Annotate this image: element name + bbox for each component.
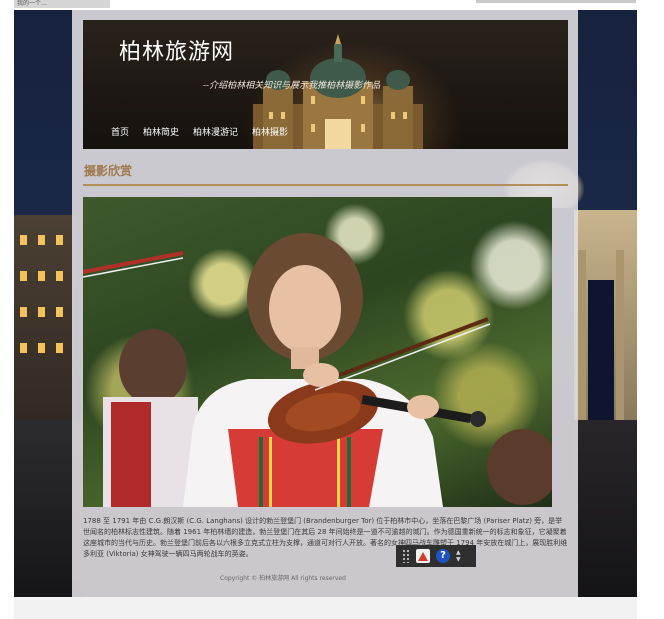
floating-toolbar[interactable]: ? ▲ ▼	[396, 545, 476, 567]
help-icon[interactable]: ?	[436, 549, 450, 563]
photo-description: 1788 至 1791 年由 C.G.朗汉斯 (C.G. Langhans) 设…	[83, 517, 568, 558]
pdf-icon[interactable]	[416, 549, 430, 563]
browser-tab[interactable]: 我的一个…	[14, 0, 110, 8]
copyright-text: Copyright © 柏林旅游网 All rights reserved	[220, 575, 346, 582]
main-nav: 首页 柏林简史 柏林漫游记 柏林摄影	[111, 125, 288, 138]
grip-icon[interactable]	[402, 549, 410, 563]
right-street	[574, 420, 637, 597]
header-banner: 柏林旅游网 --介绍柏林相关知识与展示我推柏林摄影作品 首页 柏林简史 柏林漫游…	[83, 20, 568, 149]
section-divider	[83, 184, 568, 186]
nav-home[interactable]: 首页	[111, 125, 129, 138]
nav-travelogue[interactable]: 柏林漫游记	[193, 125, 238, 138]
site-title: 柏林旅游网	[119, 40, 235, 65]
left-building	[14, 215, 74, 445]
browser-top-strip: 我的一个…	[0, 0, 664, 10]
page-bottom-strip	[14, 597, 637, 619]
violinist-illustration	[83, 233, 552, 507]
arrows-icon[interactable]: ▲ ▼	[456, 549, 461, 563]
brandenburg-gate	[574, 210, 637, 420]
violinist-photo	[83, 197, 552, 507]
section-title: 摄影欣赏	[84, 164, 133, 178]
site-subtitle: --介绍柏林相关知识与展示我推柏林摄影作品	[203, 81, 381, 91]
nav-history[interactable]: 柏林简史	[143, 125, 179, 138]
nav-photography[interactable]: 柏林摄影	[252, 125, 288, 138]
browser-toolbar-bar	[476, 0, 636, 3]
